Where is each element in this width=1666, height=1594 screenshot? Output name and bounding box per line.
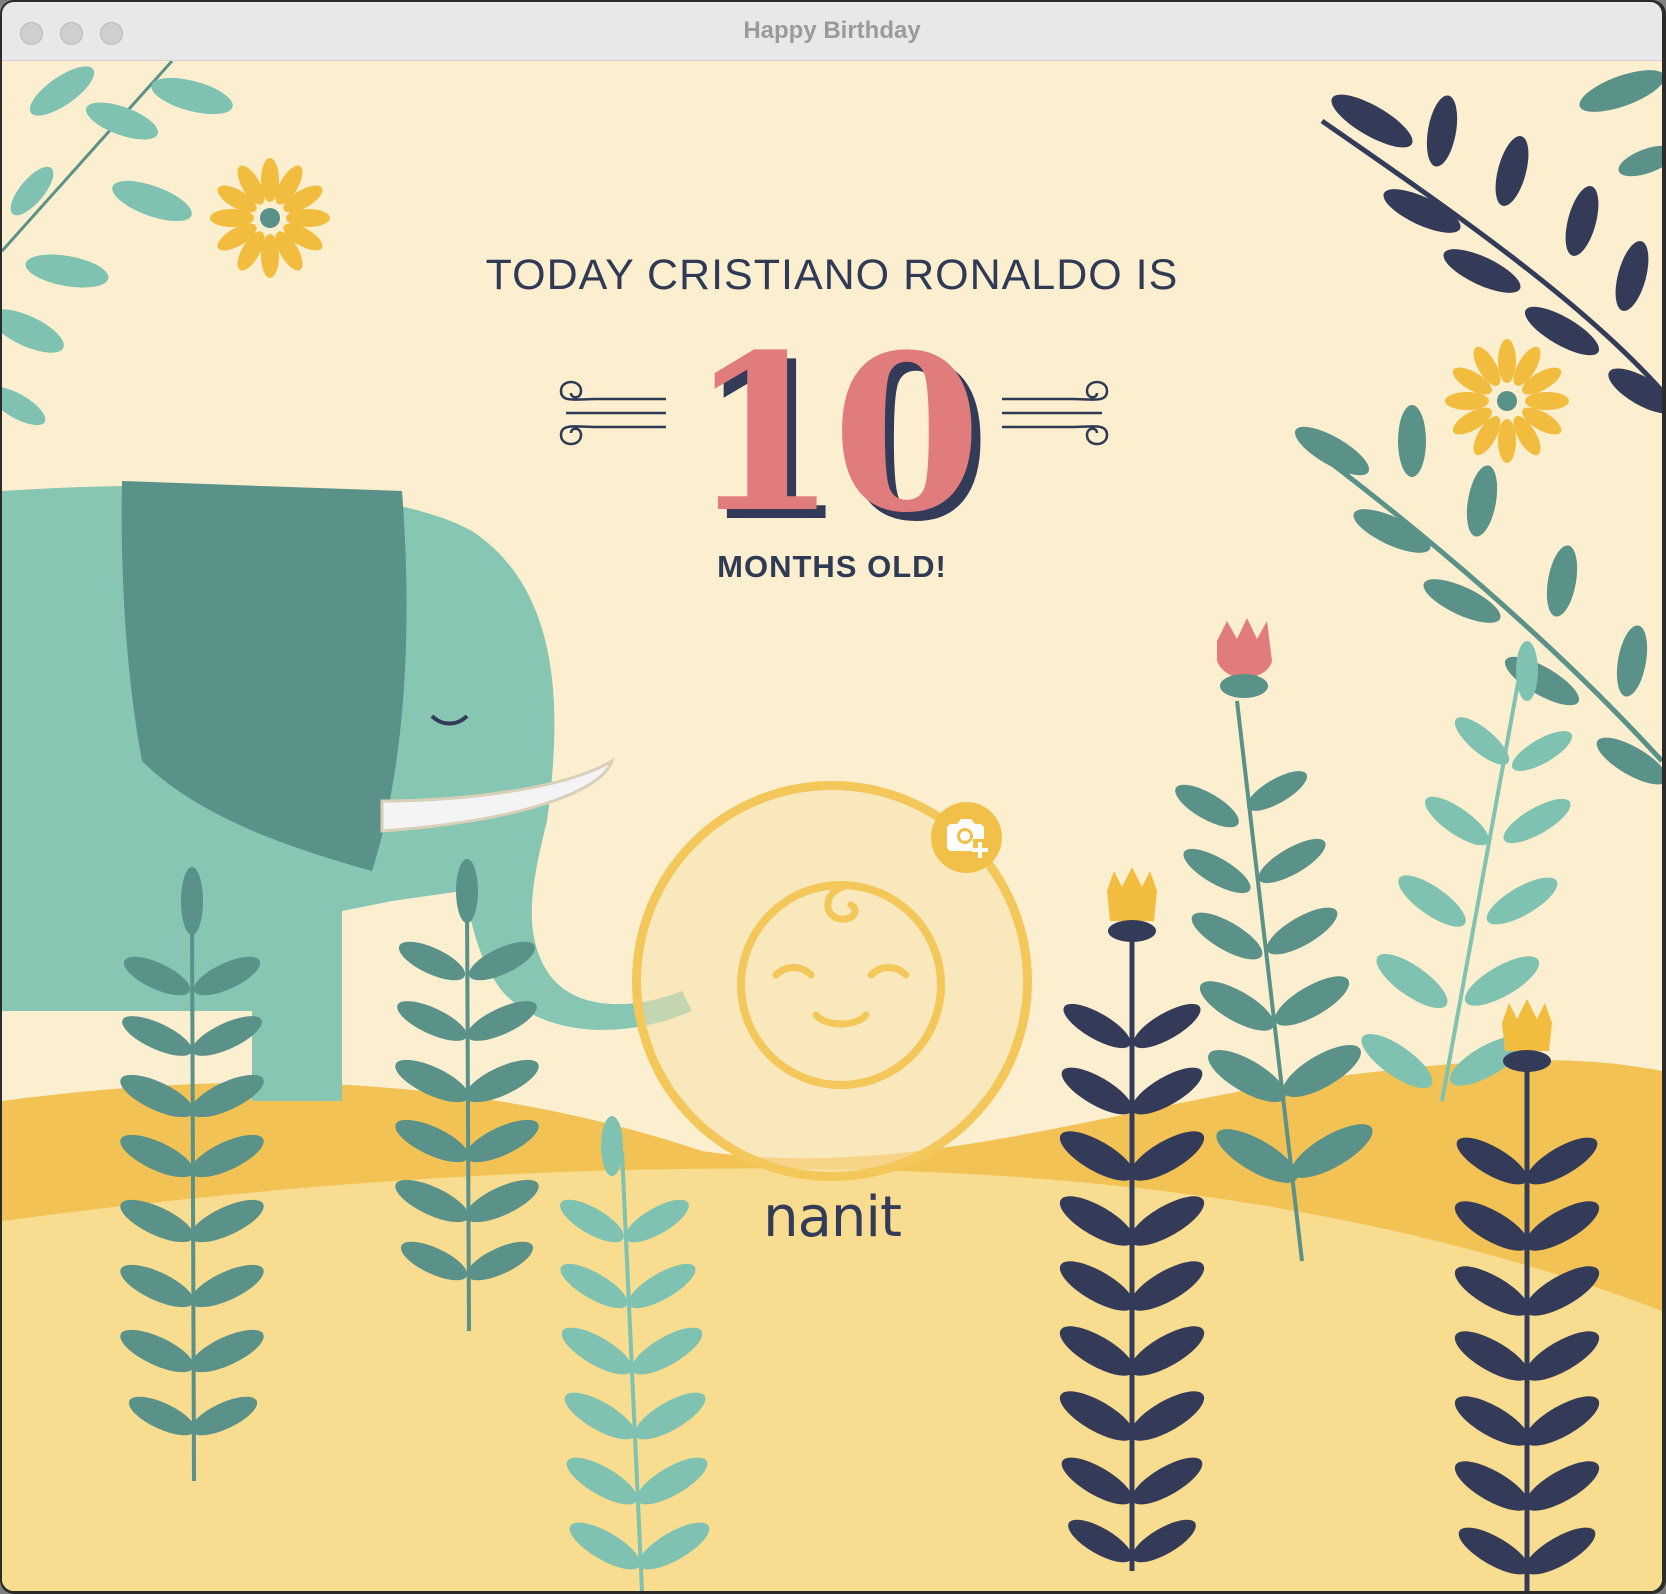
window-title: Happy Birthday (743, 17, 921, 44)
add-photo-button[interactable] (931, 802, 1002, 873)
title-line: TODAY CRISTIANO RONALDO IS (485, 251, 1179, 299)
baby-face-icon (737, 881, 945, 1089)
age-number: 10 (688, 307, 981, 560)
title-bar[interactable]: Happy Birthday (2, 2, 1662, 61)
swirl-right-ornament (1002, 380, 1109, 446)
age-unit-line: MONTHS OLD! (717, 549, 947, 584)
top-right-branch-teal (1579, 70, 1662, 177)
camera-plus-icon (947, 819, 988, 858)
app-window: Happy Birthday TODAY CRISTIANO RONALDO I… (0, 0, 1666, 1594)
brand-logo: nanit (763, 1185, 902, 1250)
birthday-card: TODAY CRISTIANO RONALDO IS 10 MONTHS OLD… (2, 61, 1662, 1591)
